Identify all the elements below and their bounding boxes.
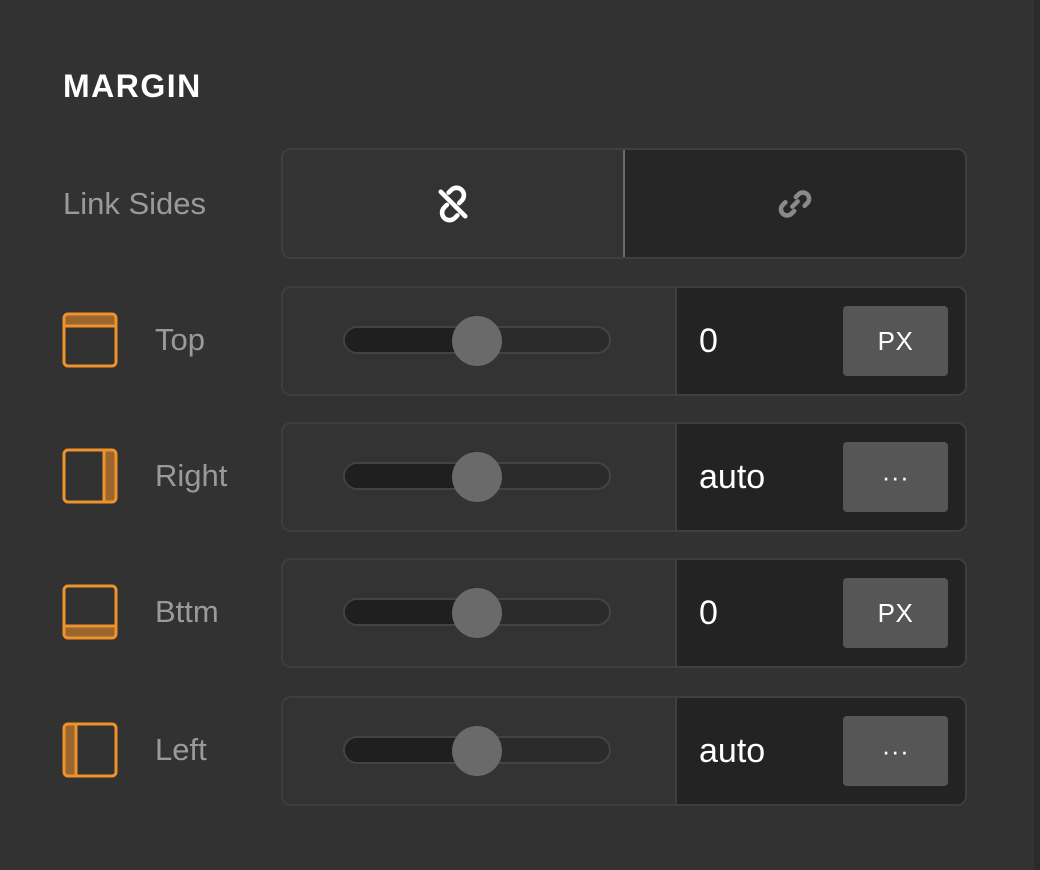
right-unit-button[interactable]: ··· (843, 442, 948, 512)
bottom-unit-button[interactable]: PX (843, 578, 948, 648)
margin-bottom-icon (62, 584, 118, 640)
bottom-value-input[interactable] (699, 590, 839, 636)
left-control: ··· (281, 696, 967, 806)
right-slider[interactable] (283, 424, 677, 530)
right-value-input[interactable] (699, 454, 839, 500)
left-value-input[interactable] (699, 728, 839, 774)
bottom-slider[interactable] (283, 560, 677, 666)
link-sides-toggle (281, 148, 967, 259)
left-label: Left (155, 732, 207, 767)
left-unit-button[interactable]: ··· (843, 716, 948, 786)
top-slider[interactable] (283, 288, 677, 394)
slider-thumb[interactable] (452, 726, 502, 776)
section-title: MARGIN (63, 68, 202, 104)
slider-thumb[interactable] (452, 316, 502, 366)
right-label: Right (155, 458, 228, 493)
top-unit-button[interactable]: PX (843, 306, 948, 376)
left-slider[interactable] (283, 698, 677, 804)
link-icon (778, 189, 812, 218)
unlink-sides-button[interactable] (283, 150, 625, 257)
unlink-icon (438, 185, 468, 222)
slider-thumb[interactable] (452, 588, 502, 638)
top-label: Top (155, 322, 205, 357)
link-sides-label: Link Sides (63, 186, 207, 221)
bottom-label: Bttm (155, 594, 219, 629)
top-value-input[interactable] (699, 318, 839, 364)
link-sides-button[interactable] (625, 150, 965, 257)
panel-edge (1034, 0, 1040, 870)
bottom-control: PX (281, 558, 967, 668)
slider-thumb[interactable] (452, 452, 502, 502)
top-control: PX (281, 286, 967, 396)
margin-top-icon (62, 312, 118, 368)
right-control: ··· (281, 422, 967, 532)
margin-left-icon (62, 722, 118, 778)
margin-right-icon (62, 448, 118, 504)
